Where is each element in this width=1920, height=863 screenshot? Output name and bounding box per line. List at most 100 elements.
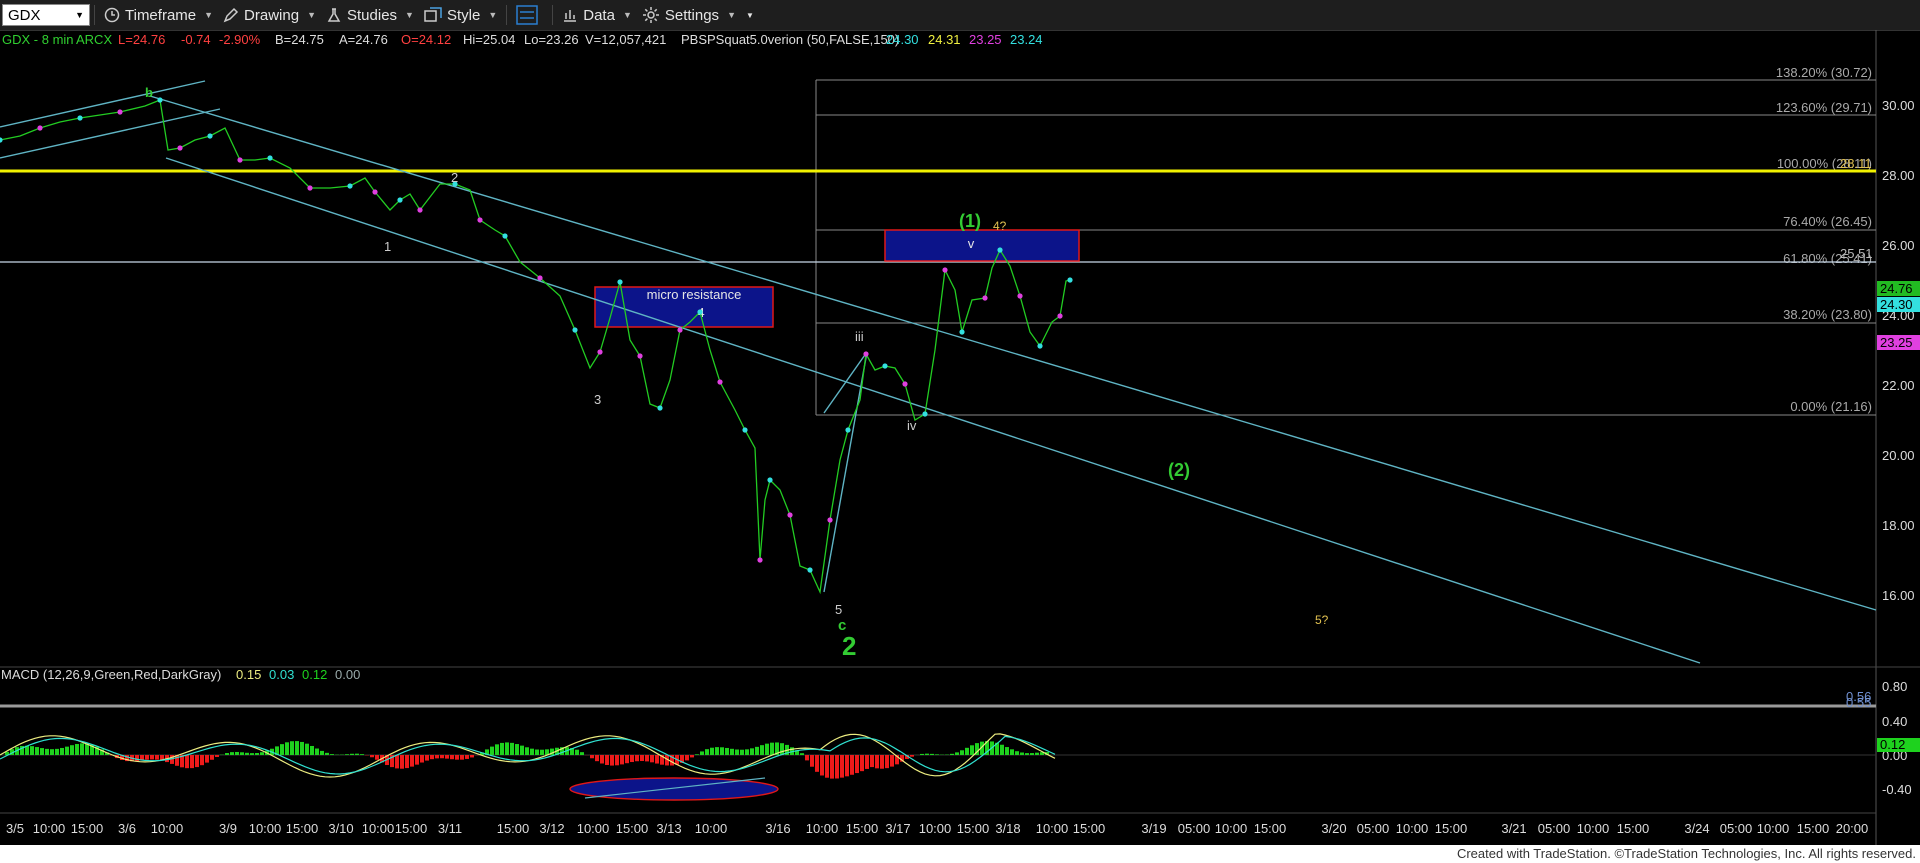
macd-histogram-bar xyxy=(75,743,79,755)
time-tick: 05:00 xyxy=(1538,821,1571,836)
style-button[interactable]: Style ▼ xyxy=(419,2,502,28)
time-tick: 10:00 xyxy=(1396,821,1429,836)
channel-line-upper xyxy=(149,95,1877,611)
macd-tick: 0.40 xyxy=(1882,714,1907,729)
studies-label: Studies xyxy=(347,6,398,24)
macd-histogram-bar xyxy=(640,755,644,762)
price-header-last: L=24.76 xyxy=(118,32,165,47)
macd-histogram-bar xyxy=(150,755,154,760)
study-value-1: 24.30 xyxy=(886,32,919,47)
toolbar-overflow-button[interactable]: ▼ xyxy=(741,2,759,28)
fib-label-38: 38.20% (23.80) xyxy=(1783,307,1872,322)
flask-icon xyxy=(327,8,341,22)
indicator-dot xyxy=(902,381,908,387)
time-tick: 15:00 xyxy=(286,821,319,836)
price-tick: 22.00 xyxy=(1882,378,1915,393)
chevron-down-icon: ▼ xyxy=(622,10,632,20)
macd-histogram-bar xyxy=(320,750,324,755)
timeframe-button[interactable]: Timeframe ▼ xyxy=(99,2,218,28)
macd-histogram-bar xyxy=(935,754,939,755)
indicator-dot xyxy=(307,185,313,191)
macd-histogram-bar xyxy=(425,755,429,761)
macd-histogram-bar xyxy=(715,747,719,755)
macd-histogram-bar xyxy=(70,745,74,755)
indicator-dot xyxy=(347,183,353,189)
chevron-down-icon: ▼ xyxy=(307,10,316,20)
indicator-dot xyxy=(1017,293,1023,299)
price-header-high: Hi=25.04 xyxy=(463,32,515,47)
indicator-dot xyxy=(0,137,3,143)
time-tick: 3/18 xyxy=(995,821,1020,836)
indicator-dots xyxy=(0,97,1073,573)
macd-axis[interactable]: 0.80 0.40 0.00 -0.40 0.56 0.55 0.12 xyxy=(1846,679,1920,797)
symbol-selector[interactable]: GDX ▼ xyxy=(2,4,90,26)
price-tick: 18.00 xyxy=(1882,518,1915,533)
macd-histogram-bar xyxy=(450,755,454,760)
macd-histogram-bar xyxy=(80,743,84,755)
macd-histogram-bar xyxy=(240,752,244,755)
macd-histogram-bar xyxy=(445,755,449,759)
macd-histogram-bar xyxy=(300,741,304,755)
macd-histogram-bar xyxy=(350,753,354,755)
macd-histogram-bar xyxy=(345,754,349,755)
window-layout-icon xyxy=(516,5,538,25)
study-value-4: 23.24 xyxy=(1010,32,1043,47)
data-button[interactable]: Data ▼ xyxy=(557,2,637,28)
macd-histogram-bar xyxy=(765,743,769,755)
trend-channel[interactable] xyxy=(0,80,1877,664)
time-tick: 15:00 xyxy=(1435,821,1468,836)
time-tick: 3/21 xyxy=(1501,821,1526,836)
macd-histogram-bar xyxy=(60,747,64,755)
study-low-badge-text: 23.25 xyxy=(1880,335,1913,350)
macd-histogram-bar xyxy=(460,755,464,760)
macd-histogram-bar xyxy=(330,754,334,755)
time-tick: 3/19 xyxy=(1141,821,1166,836)
macd-histogram-bar xyxy=(235,751,239,755)
macd-histogram-bar xyxy=(605,755,609,765)
macd-histogram-bar xyxy=(505,742,509,755)
indicator-dot xyxy=(697,309,703,315)
indicator-dot xyxy=(267,155,273,161)
indicator-dot xyxy=(959,329,965,335)
wave-3-label: 3 xyxy=(594,392,601,407)
macd-histogram-bar xyxy=(405,755,409,769)
macd-histogram-bar xyxy=(415,755,419,765)
indicator-dot xyxy=(397,197,403,203)
time-tick: 10:00 xyxy=(1215,821,1248,836)
macd-histogram-bar xyxy=(420,755,424,763)
settings-label: Settings xyxy=(664,6,720,24)
price-axis[interactable]: 30.00 28.00 26.00 24.00 22.00 20.00 18.0… xyxy=(1840,98,1920,603)
indicator-dot xyxy=(882,363,888,369)
window-layout-button[interactable] xyxy=(511,2,548,28)
timeframe-label: Timeframe xyxy=(125,6,197,24)
price-header-low: Lo=23.26 xyxy=(524,32,579,47)
study-value-2: 24.31 xyxy=(928,32,961,47)
macd-histogram-bar xyxy=(575,749,579,755)
macd-histogram-bar xyxy=(500,742,504,755)
macd-histogram-bar xyxy=(735,749,739,755)
resistance-box[interactable] xyxy=(884,229,1080,262)
macd-value-badge-text: 0.12 xyxy=(1880,737,1905,752)
chart-area[interactable]: GDX - 8 min ARCX L=24.76 -0.74 -2.90% B=… xyxy=(0,30,1920,863)
time-tick: 3/24 xyxy=(1684,821,1709,836)
macd-histogram-bar xyxy=(805,755,809,761)
macd-histogram-bar xyxy=(825,755,829,778)
macd-histogram-bar xyxy=(1010,749,1014,755)
drawing-button[interactable]: Drawing ▼ xyxy=(218,2,321,28)
indicator-dot xyxy=(942,267,948,273)
drawing-label: Drawing xyxy=(244,6,300,24)
fib-label-76: 76.40% (26.45) xyxy=(1783,214,1872,229)
settings-button[interactable]: Settings ▼ xyxy=(637,2,741,28)
studies-button[interactable]: Studies ▼ xyxy=(321,2,419,28)
price-overlap-label: 28.11 xyxy=(1840,156,1872,171)
macd-histogram-bar xyxy=(690,755,694,758)
time-tick: 10:00 xyxy=(577,821,610,836)
price-header-symbol: GDX - 8 min xyxy=(2,32,74,47)
macd-histogram-bar xyxy=(930,753,934,755)
time-tick: 3/17 xyxy=(885,821,910,836)
time-tick: 10:00 xyxy=(695,821,728,836)
wave-1-paren-label: (1) xyxy=(959,211,981,231)
macd-histogram-bar xyxy=(250,753,254,755)
time-axis[interactable]: 3/5 10:00 15:00 3/6 10:00 3/9 10:00 15:00 3/10 10… xyxy=(6,821,1868,836)
time-tick: 3/5 xyxy=(6,821,24,836)
